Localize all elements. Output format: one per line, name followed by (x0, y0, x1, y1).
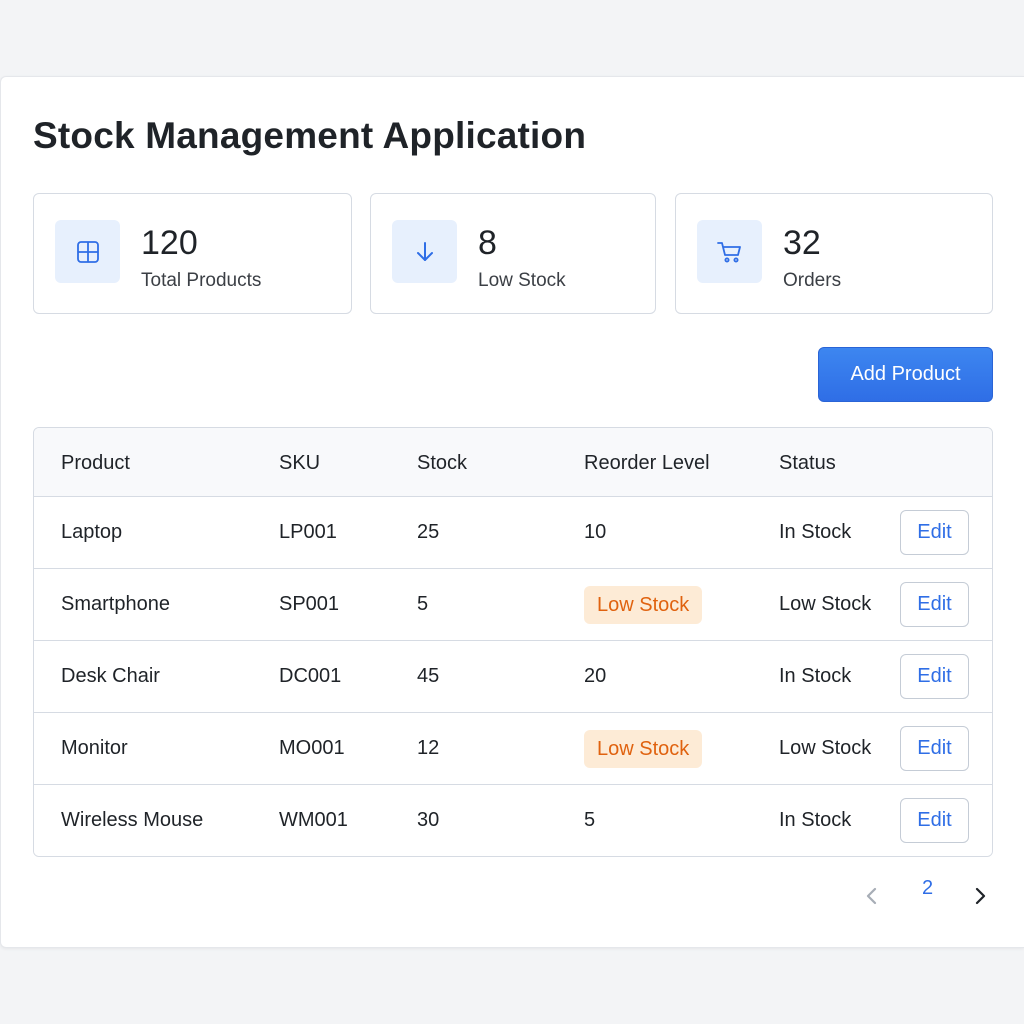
stock-count: 5 (417, 593, 429, 615)
status-text: In Stock (779, 665, 852, 687)
sku: WM001 (279, 809, 348, 831)
grid-icon (55, 220, 120, 283)
status-text: In Stock (779, 521, 852, 543)
column-header-reorder-level[interactable]: Reorder Level (584, 452, 710, 475)
arrow-down-icon (392, 220, 457, 283)
product-name: Laptop (61, 521, 123, 543)
reorder-level: 20 (584, 665, 607, 687)
stock-count: 12 (417, 737, 440, 759)
edit-button[interactable]: Edit (900, 726, 969, 771)
sku: MO001 (279, 737, 345, 759)
edit-button[interactable]: Edit (900, 654, 969, 699)
low-stock-badge: Low Stock (584, 586, 703, 624)
sku: DC001 (279, 665, 342, 687)
table-header: Product SKU Stock Reorder Level Status (34, 428, 992, 497)
product-name: Desk Chair (61, 665, 160, 687)
stock-count: 45 (417, 665, 440, 687)
edit-button[interactable]: Edit (900, 798, 969, 843)
cart-icon (697, 220, 762, 283)
edit-button[interactable]: Edit (900, 510, 969, 555)
column-header-product[interactable]: Product (61, 452, 130, 475)
low-stock-badge: Low Stock (584, 730, 703, 768)
stat-value: 32 (783, 224, 821, 262)
add-product-button[interactable]: Add Product (818, 347, 993, 402)
table-row: Laptop LP001 25 10 In Stock Edit (34, 497, 992, 569)
stat-value: 120 (141, 224, 198, 262)
stock-count: 30 (417, 809, 440, 831)
reorder-level: 5 (584, 809, 596, 831)
status-text: Low Stock (779, 593, 872, 615)
product-name: Wireless Mouse (61, 809, 204, 831)
stat-card-orders: 32 Orders (675, 193, 993, 314)
page-title: Stock Management Application (33, 115, 587, 156)
table-row: Monitor MO001 12 Low Stock Low Stock Edi… (34, 713, 992, 785)
status-text: Low Stock (779, 737, 872, 759)
main-panel: Stock Management Application 120 Total P… (0, 76, 1024, 948)
sku: LP001 (279, 521, 337, 543)
stat-card-total-products: 120 Total Products (33, 193, 352, 314)
stat-label: Total Products (141, 270, 262, 291)
table-row: Desk Chair DC001 45 20 In Stock Edit (34, 641, 992, 713)
stat-label: Low Stock (478, 270, 566, 291)
column-header-sku[interactable]: SKU (279, 452, 320, 475)
products-table: Product SKU Stock Reorder Level Status L… (33, 427, 993, 857)
pagination-next-icon[interactable] (973, 887, 987, 911)
table-row: Smartphone SP001 5 Low Stock Low Stock E… (34, 569, 992, 641)
sku: SP001 (279, 593, 340, 615)
stat-value: 8 (478, 224, 497, 262)
edit-button[interactable]: Edit (900, 582, 969, 627)
column-header-stock[interactable]: Stock (417, 452, 467, 475)
status-text: In Stock (779, 809, 852, 831)
table-row: Wireless Mouse WM001 30 5 In Stock Edit (34, 785, 992, 856)
stat-label: Orders (783, 270, 842, 291)
column-header-status[interactable]: Status (779, 452, 836, 475)
product-name: Monitor (61, 737, 128, 759)
pagination-prev-icon[interactable] (865, 887, 879, 911)
reorder-level: 10 (584, 521, 607, 543)
stock-count: 25 (417, 521, 440, 543)
pagination-current-page[interactable]: 2 (922, 877, 933, 900)
product-name: Smartphone (61, 593, 170, 615)
stat-card-low-stock: 8 Low Stock (370, 193, 656, 314)
